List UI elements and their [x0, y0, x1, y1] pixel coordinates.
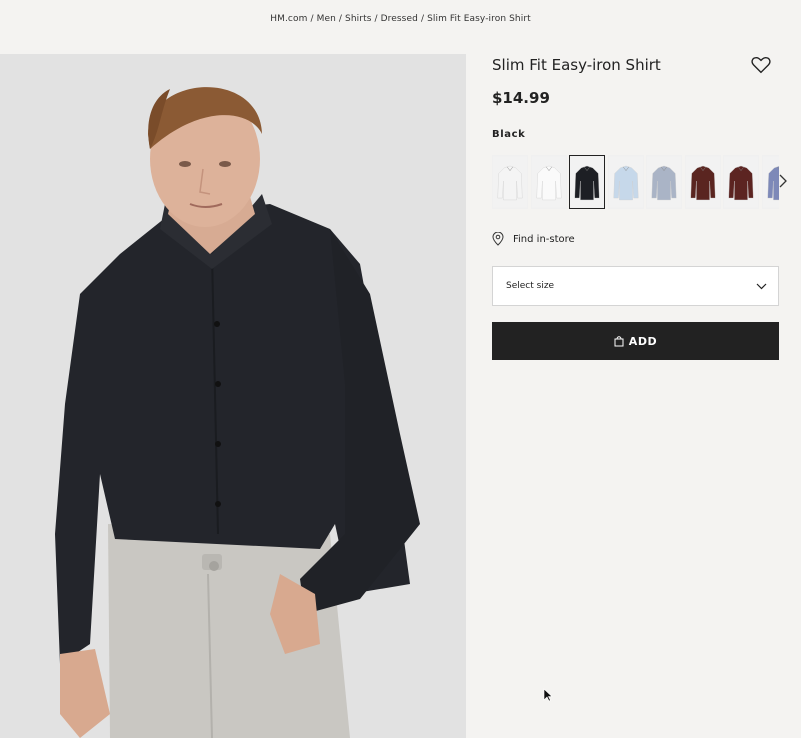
color-swatch-light-blue[interactable] — [607, 155, 644, 209]
color-swatch-dark-red[interactable] — [684, 155, 721, 209]
color-swatch-list — [492, 155, 779, 209]
chevron-right-icon[interactable] — [777, 173, 789, 189]
color-swatch-white[interactable] — [530, 155, 567, 209]
find-in-store-link[interactable]: Find in-store — [492, 232, 575, 246]
chevron-down-icon — [756, 283, 767, 290]
color-swatch-burgundy[interactable] — [723, 155, 759, 209]
color-swatch-black[interactable] — [569, 155, 605, 209]
color-swatch-white-pattern[interactable] — [492, 155, 528, 209]
breadcrumb-separator: / — [338, 14, 343, 24]
shirt-thumbnail — [493, 156, 527, 208]
product-price: $14.99 — [492, 89, 550, 107]
shopping-bag-icon — [614, 336, 624, 347]
color-swatch-blue-pattern[interactable] — [646, 155, 682, 209]
breadcrumb: HM.com / Men / Shirts / Dressed / Slim Fit Easy-… — [0, 14, 801, 24]
shirt-thumbnail — [570, 156, 604, 208]
breadcrumb-link-dressed[interactable]: Dressed — [381, 14, 418, 24]
mouse-cursor-icon — [543, 688, 553, 702]
size-select[interactable]: Select size — [492, 266, 779, 306]
breadcrumb-separator: / — [374, 14, 378, 24]
breadcrumb-link-men[interactable]: Men — [317, 14, 336, 24]
find-in-store-label: Find in-store — [513, 233, 575, 245]
breadcrumb-link-home[interactable]: HM.com — [270, 14, 307, 24]
breadcrumb-separator: / — [420, 14, 425, 24]
model-photo — [0, 54, 466, 738]
add-to-bag-button[interactable]: ADD — [492, 322, 779, 360]
shirt-thumbnail — [685, 156, 720, 208]
add-button-label: ADD — [628, 334, 658, 348]
product-image[interactable] — [0, 54, 466, 738]
heart-icon[interactable] — [750, 54, 772, 76]
shirt-thumbnail — [531, 156, 566, 208]
shirt-thumbnail — [647, 156, 681, 208]
location-pin-icon — [492, 232, 504, 246]
breadcrumb-current: Slim Fit Easy-iron Shirt — [427, 14, 531, 24]
selected-color-label: Black — [492, 129, 526, 140]
breadcrumb-separator: / — [310, 14, 314, 24]
shirt-thumbnail — [724, 156, 758, 208]
shirt-thumbnail — [608, 156, 643, 208]
breadcrumb-link-shirts[interactable]: Shirts — [345, 14, 371, 24]
product-title: Slim Fit Easy-iron Shirt — [492, 56, 661, 74]
size-select-label: Select size — [506, 281, 555, 291]
